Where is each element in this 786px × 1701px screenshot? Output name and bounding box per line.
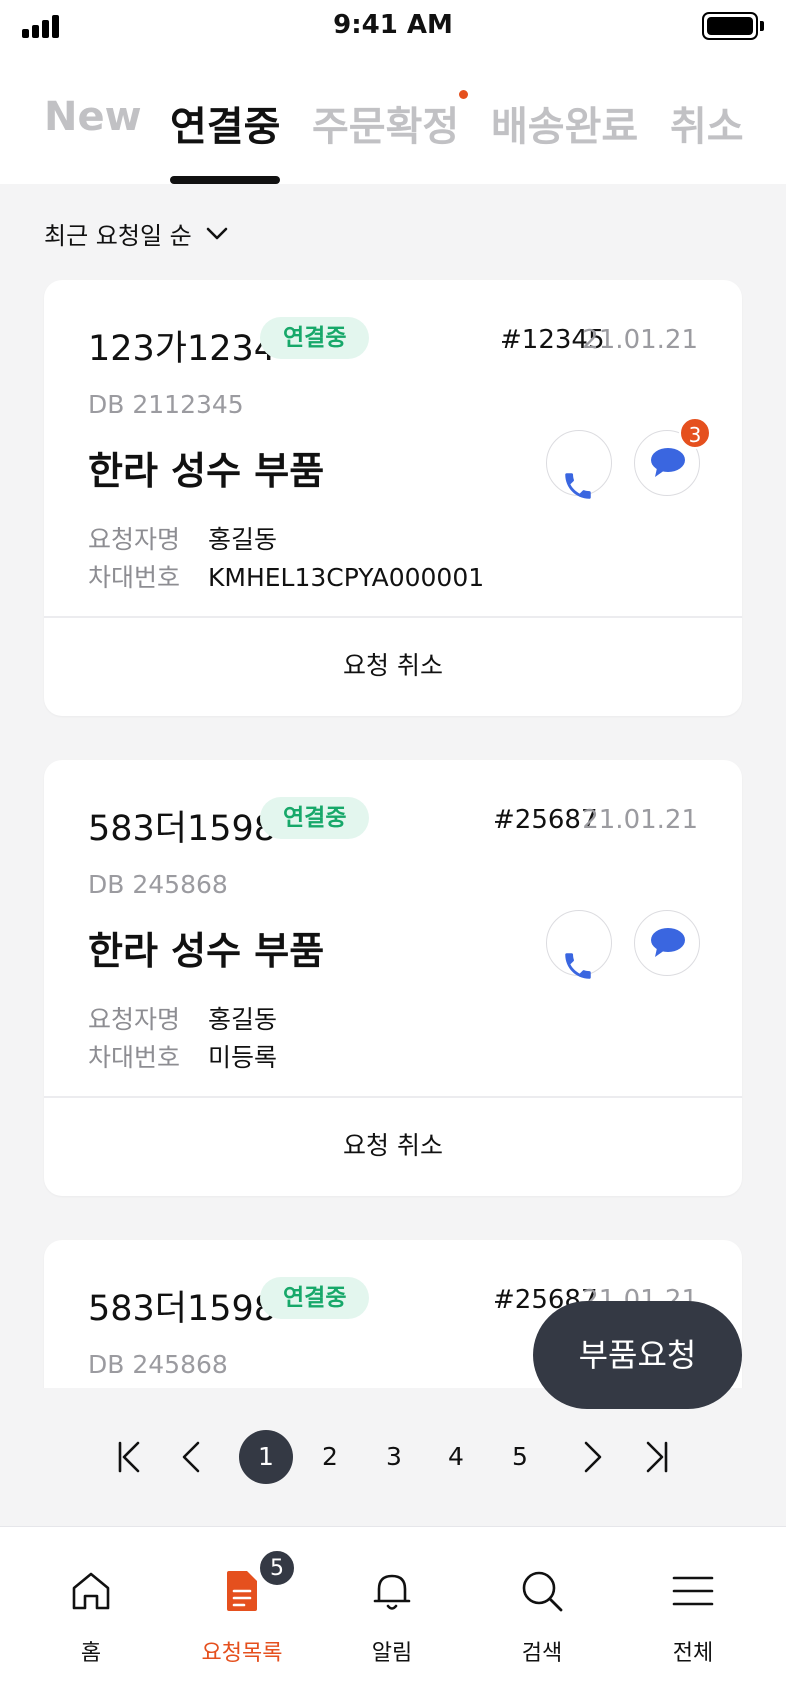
prev-page-icon[interactable] (180, 1440, 202, 1474)
nav-request-list-label: 요청목록 (201, 1641, 283, 1666)
nav-all-menu-label: 전체 (672, 1641, 714, 1666)
last-page-icon[interactable] (644, 1440, 670, 1474)
battery-icon (702, 12, 764, 40)
page-1-button[interactable]: 1 (239, 1430, 293, 1484)
chat-button[interactable] (634, 910, 700, 976)
tab-delivered[interactable]: 배송완료 (491, 94, 638, 152)
home-icon (72, 1572, 110, 1610)
status-badge: 연결중 (260, 797, 370, 839)
vin-label: 차대번호 (88, 1043, 181, 1072)
plate-number: 583더1598 (88, 809, 277, 849)
phone-icon (565, 953, 591, 979)
page-3-button[interactable]: 3 (367, 1430, 421, 1484)
search-icon (522, 1571, 563, 1612)
plate-number: 583더1598 (88, 1289, 277, 1329)
nav-notifications-label: 알림 (371, 1641, 413, 1666)
first-page-icon[interactable] (116, 1440, 142, 1474)
sort-label: 최근 요청일 순 (44, 222, 192, 250)
chat-bubble-icon (651, 448, 685, 477)
requester-name: 홍길동 (208, 1005, 278, 1034)
nav-home-label: 홈 (80, 1641, 102, 1666)
chat-bubble-icon (651, 928, 685, 957)
phone-icon (565, 473, 591, 499)
active-tab-indicator (170, 176, 280, 184)
shop-name: 한라 성수 부품 (88, 449, 325, 493)
db-number: DB 245868 (88, 1350, 228, 1379)
new-indicator-dot (459, 90, 468, 99)
page-2-button[interactable]: 2 (303, 1430, 357, 1484)
requester-name: 홍길동 (208, 525, 278, 554)
cancel-request-button[interactable]: 요청 취소 (44, 616, 742, 716)
cancel-request-button[interactable]: 요청 취소 (44, 1096, 742, 1196)
document-icon (227, 1571, 257, 1611)
page-5-button[interactable]: 5 (493, 1430, 547, 1484)
request-date: 21.01.21 (582, 805, 698, 835)
request-card[interactable]: 123가1234 연결중 #12345 21.01.21 DB 2112345 … (44, 280, 742, 716)
nav-all-menu[interactable]: 전체 (618, 1527, 768, 1701)
db-number: DB 245868 (88, 870, 228, 899)
nav-search[interactable]: 검색 (467, 1527, 617, 1701)
request-card[interactable]: 583더1598 연결중 #25687 21.01.21 DB 245868 한… (44, 760, 742, 1196)
vin-row: 차대번호 KMHEL13CPYA000001 (88, 558, 484, 594)
sort-dropdown[interactable]: 최근 요청일 순 (44, 216, 228, 251)
status-tab-bar: New 연결중 주문확정 배송완료 취소 (0, 54, 786, 184)
nav-search-label: 검색 (521, 1641, 563, 1666)
request-list[interactable]: 123가1234 연결중 #12345 21.01.21 DB 2112345 … (0, 270, 786, 1388)
shop-name: 한라 성수 부품 (88, 929, 325, 973)
status-badge: 연결중 (260, 1277, 370, 1319)
pagination: 1 2 3 4 5 (0, 1428, 786, 1488)
menu-icon (672, 1576, 714, 1606)
tab-new[interactable]: New (44, 94, 142, 140)
tab-cancelled[interactable]: 취소 (670, 94, 744, 152)
unread-count-badge: 3 (679, 417, 711, 449)
plate-number: 123가1234 (88, 329, 277, 369)
tab-connecting[interactable]: 연결중 (170, 94, 280, 152)
vin-value: 미등록 (208, 1043, 278, 1072)
bell-icon (373, 1574, 411, 1610)
nav-home[interactable]: 홈 (16, 1527, 166, 1701)
next-page-icon[interactable] (582, 1440, 604, 1474)
bottom-navigation: 홈 5 요청목록 알림 검색 전체 (0, 1526, 786, 1701)
tab-order-confirmed[interactable]: 주문확정 (312, 94, 459, 152)
vin-row: 차대번호 미등록 (88, 1038, 277, 1074)
nav-count-badge: 5 (258, 1549, 296, 1587)
chat-button[interactable]: 3 (634, 417, 711, 496)
vin-value: KMHEL13CPYA000001 (208, 563, 485, 592)
status-badge: 연결중 (260, 317, 370, 359)
requester-row: 요청자명 홍길동 (88, 1000, 277, 1036)
chevron-down-icon (206, 227, 228, 239)
status-bar: 9:41 AM (0, 0, 786, 54)
requester-label: 요청자명 (88, 525, 181, 554)
requester-label: 요청자명 (88, 1005, 181, 1034)
status-time: 9:41 AM (333, 10, 453, 40)
nav-request-list[interactable]: 5 요청목록 (167, 1527, 317, 1701)
call-button[interactable] (546, 430, 612, 499)
call-button[interactable] (546, 910, 612, 979)
db-number: DB 2112345 (88, 390, 244, 419)
requester-row: 요청자명 홍길동 (88, 520, 277, 556)
nav-notifications[interactable]: 알림 (317, 1527, 467, 1701)
vin-label: 차대번호 (88, 563, 181, 592)
request-date: 21.01.21 (582, 325, 698, 355)
request-parts-button[interactable]: 부품요청 (533, 1301, 742, 1409)
page-4-button[interactable]: 4 (429, 1430, 483, 1484)
